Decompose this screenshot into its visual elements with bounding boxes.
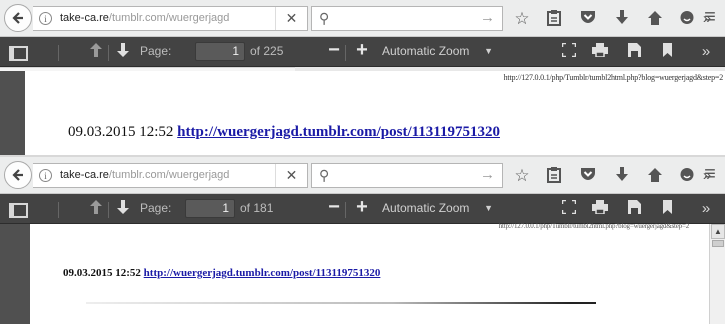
- toolbar-separator: [58, 202, 59, 218]
- url-domain: take-ca.re: [60, 169, 109, 181]
- sidebar-toggle-icon[interactable]: [6, 200, 28, 218]
- fullscreen-icon[interactable]: [560, 41, 578, 61]
- search-icon: ⚲: [319, 167, 330, 183]
- arrow-up-icon[interactable]: [88, 43, 104, 61]
- post-entry: 09.03.2015 12:52 http://wuergerjagd.tumb…: [63, 267, 380, 279]
- vertical-scrollbar[interactable]: ▲: [709, 224, 725, 324]
- star-icon[interactable]: ☆: [512, 166, 532, 186]
- page-label: Page:: [140, 201, 172, 215]
- page-count: of 181: [240, 201, 274, 215]
- star-icon[interactable]: ☆: [512, 9, 532, 29]
- zoom-value: Automatic Zoom: [382, 44, 470, 58]
- toolbar-separator: [58, 45, 59, 61]
- chevron-down-icon: ▼: [484, 46, 493, 56]
- browser-window-2: i take-ca.re/tumblr.com/wuergerjagd ✕ ⚲ …: [0, 157, 725, 324]
- plus-icon[interactable]: +: [353, 40, 371, 60]
- zoom-select[interactable]: Automatic Zoom ▼: [376, 42, 501, 62]
- arrow-right-icon[interactable]: →: [480, 166, 495, 183]
- post-timestamp: 09.03.2015 12:52: [68, 124, 174, 140]
- url-text[interactable]: take-ca.re/tumblr.com/wuergerjagd: [60, 12, 229, 24]
- fullscreen-icon[interactable]: [560, 198, 578, 218]
- browser-window-1: i take-ca.re/tumblr.com/wuergerjagd ✕ ⚲ …: [0, 0, 725, 157]
- navigation-toolbar: i take-ca.re/tumblr.com/wuergerjagd ✕ ⚲ …: [0, 0, 725, 37]
- post-link[interactable]: http://wuergerjagd.tumblr.com/post/11311…: [144, 267, 381, 279]
- info-icon[interactable]: i: [39, 12, 52, 25]
- clipboard-icon[interactable]: [544, 9, 564, 29]
- chat-icon[interactable]: [677, 9, 697, 29]
- horizontal-rule: [86, 302, 596, 304]
- search-input[interactable]: ⚲ →: [311, 163, 503, 188]
- url-bar[interactable]: i take-ca.re/tumblr.com/wuergerjagd ✕: [33, 6, 308, 31]
- hamburger-menu-icon[interactable]: ≡: [700, 164, 720, 185]
- double-chevron-right-icon[interactable]: »: [697, 200, 715, 218]
- toolbar-separator: [108, 202, 109, 218]
- chevron-down-icon: ▼: [484, 203, 493, 213]
- url-path: /tumblr.com/wuergerjagd: [108, 169, 230, 181]
- zoom-value: Automatic Zoom: [382, 201, 470, 215]
- search-icon: ⚲: [319, 10, 330, 26]
- scroll-thumb[interactable]: [712, 240, 724, 247]
- pocket-icon[interactable]: [578, 166, 598, 186]
- navigation-toolbar: i take-ca.re/tumblr.com/wuergerjagd ✕ ⚲ …: [0, 157, 725, 194]
- pdf-viewer[interactable]: http://127.0.0.1/php/Tumblr/tumbl2html.p…: [0, 222, 725, 324]
- page-count: of 225: [250, 44, 284, 58]
- download-icon[interactable]: [612, 166, 632, 186]
- url-path: /tumblr.com/wuergerjagd: [108, 12, 230, 24]
- bookmark-icon[interactable]: [660, 200, 674, 218]
- arrow-up-icon[interactable]: [88, 200, 104, 218]
- page-number-input[interactable]: 1: [185, 199, 235, 218]
- toolbar-separator: [345, 45, 346, 61]
- save-icon[interactable]: [625, 43, 643, 61]
- page-label: Page:: [140, 44, 172, 58]
- hamburger-menu-icon[interactable]: ≡: [700, 7, 720, 28]
- double-chevron-right-icon[interactable]: »: [697, 43, 715, 61]
- home-icon[interactable]: [645, 9, 665, 29]
- minus-icon[interactable]: −: [325, 197, 343, 217]
- url-bar[interactable]: i take-ca.re/tumblr.com/wuergerjagd ✕: [33, 163, 308, 188]
- minus-icon[interactable]: −: [325, 40, 343, 60]
- post-entry: 09.03.2015 12:52 http://wuergerjagd.tumb…: [68, 124, 500, 141]
- sidebar-toggle-icon[interactable]: [6, 43, 28, 61]
- back-button[interactable]: [4, 161, 32, 189]
- toolbar-separator: [345, 202, 346, 218]
- printer-icon[interactable]: [591, 200, 609, 218]
- pdf-toolbar: Page: 1 of 225 − + Automatic Zoom ▼ »: [0, 37, 725, 67]
- info-icon[interactable]: i: [39, 169, 52, 182]
- arrow-right-icon[interactable]: →: [480, 9, 495, 26]
- document-header-url: http://127.0.0.1/php/Tumblr/tumbl2html.p…: [503, 73, 724, 82]
- search-input[interactable]: ⚲ →: [311, 6, 503, 31]
- close-icon[interactable]: ✕: [275, 7, 307, 30]
- download-icon[interactable]: [612, 9, 632, 29]
- scroll-up-arrow[interactable]: ▲: [711, 224, 725, 239]
- arrow-down-icon[interactable]: [115, 200, 131, 218]
- back-arrow-icon: [12, 12, 23, 24]
- url-text[interactable]: take-ca.re/tumblr.com/wuergerjagd: [60, 169, 229, 181]
- bookmark-icon[interactable]: [660, 43, 674, 61]
- post-link[interactable]: http://wuergerjagd.tumblr.com/post/11311…: [177, 124, 500, 140]
- pocket-icon[interactable]: [578, 9, 598, 29]
- pdf-viewer[interactable]: http://127.0.0.1/php/Tumblr/tumbl2html.p…: [0, 71, 725, 157]
- close-icon[interactable]: ✕: [275, 164, 307, 187]
- toolbar-separator: [108, 45, 109, 61]
- chat-icon[interactable]: [677, 166, 697, 186]
- plus-icon[interactable]: +: [353, 197, 371, 217]
- back-arrow-icon: [12, 169, 23, 181]
- page-number-input[interactable]: 1: [195, 42, 245, 61]
- pdf-page: http://127.0.0.1/php/Tumblr/tumbl2html.p…: [30, 222, 709, 324]
- clipboard-icon[interactable]: [544, 166, 564, 186]
- document-header-url: http://127.0.0.1/php/Tumblr/tumbl2html.p…: [498, 222, 690, 230]
- save-icon[interactable]: [625, 200, 643, 218]
- printer-icon[interactable]: [591, 43, 609, 61]
- arrow-down-icon[interactable]: [115, 43, 131, 61]
- pdf-toolbar: Page: 1 of 181 − + Automatic Zoom ▼ »: [0, 194, 725, 224]
- home-icon[interactable]: [645, 166, 665, 186]
- back-button[interactable]: [4, 4, 32, 32]
- pdf-page: http://127.0.0.1/php/Tumblr/tumbl2html.p…: [25, 71, 725, 157]
- url-domain: take-ca.re: [60, 12, 109, 24]
- zoom-select[interactable]: Automatic Zoom ▼: [376, 199, 501, 219]
- post-timestamp: 09.03.2015 12:52: [63, 267, 141, 279]
